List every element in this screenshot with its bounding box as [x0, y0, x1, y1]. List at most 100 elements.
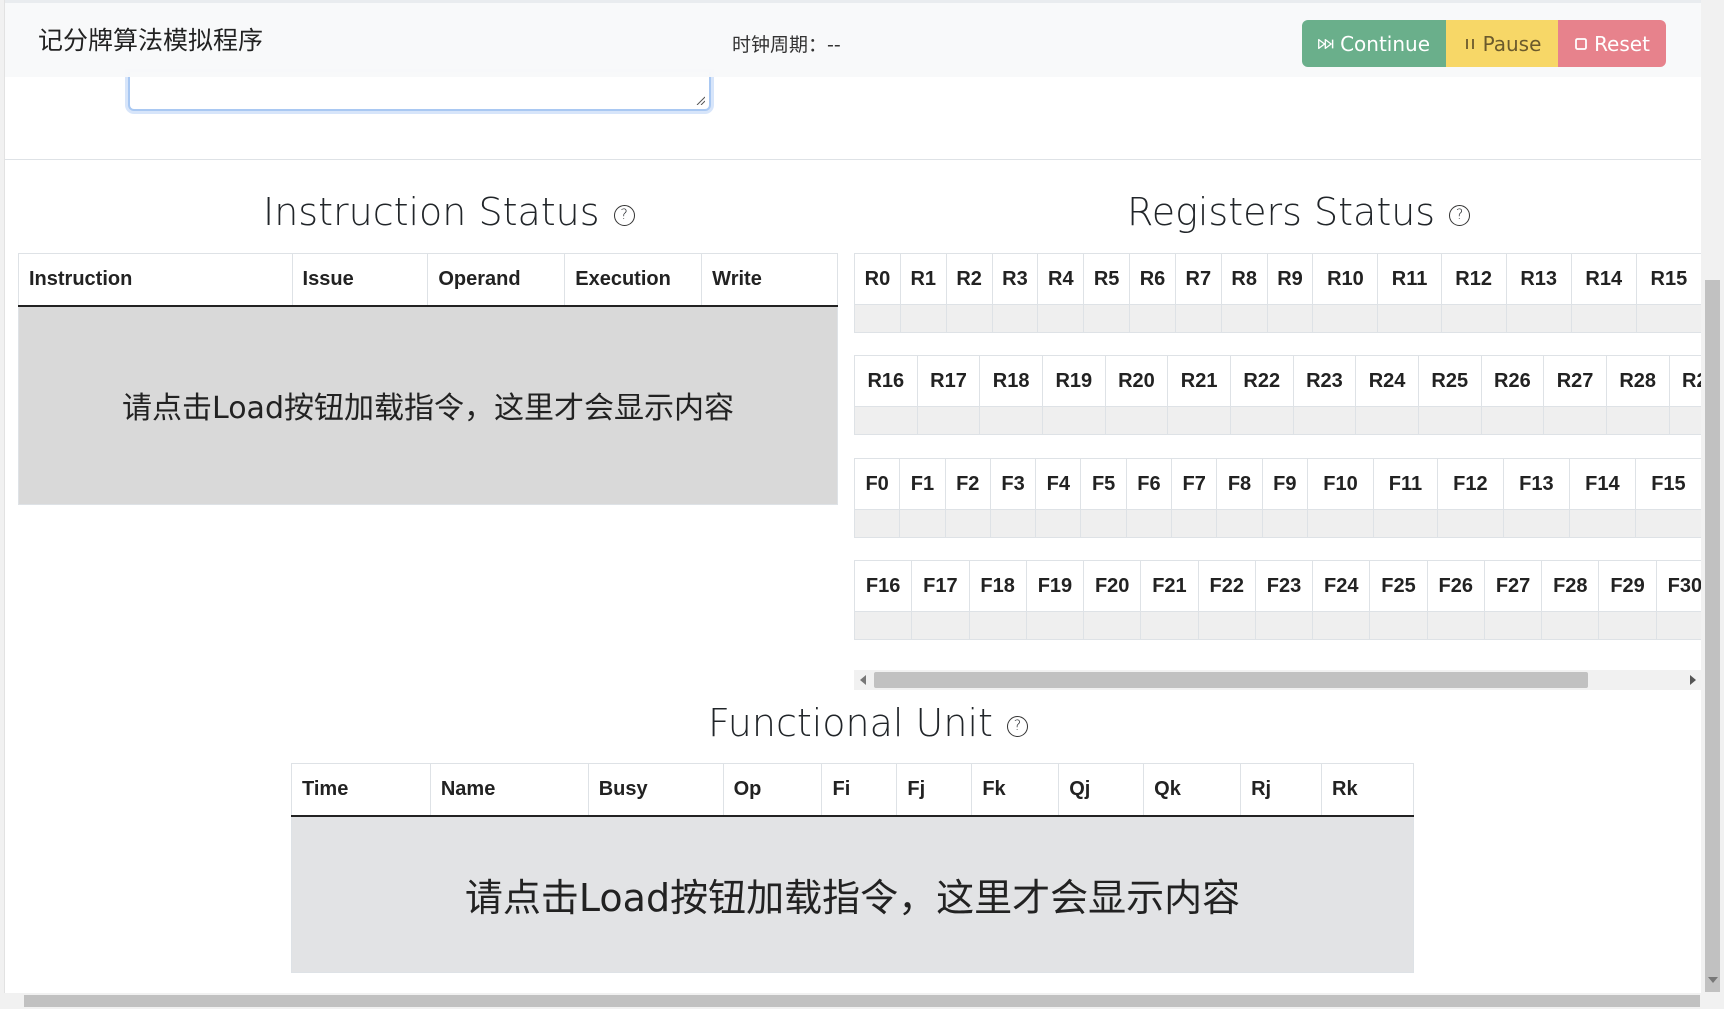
scrollbar-thumb[interactable]	[1705, 280, 1720, 992]
register-table-f16-f30: F16 F17 F18 F19 F20 F21 F22 F23 F24 F25 …	[854, 560, 1702, 640]
register-header: R15	[1635, 253, 1702, 305]
register-header: R2	[945, 253, 993, 305]
column-header: Rk	[1321, 763, 1414, 817]
left-edge	[0, 0, 5, 993]
instruction-status-heading: Instruction Status ?	[263, 190, 635, 234]
scrollbar-thumb[interactable]	[874, 672, 1588, 688]
registers-scroll-area[interactable]: R0 R1 R2 R3 R4 R5 R6 R7 R8 R9 R10 R11 R1…	[854, 253, 1702, 690]
registers-horizontal-scrollbar[interactable]	[854, 670, 1702, 690]
functional-unit-title: Functional Unit	[708, 701, 993, 745]
register-header: R9	[1266, 253, 1314, 305]
register-header: R27	[1543, 355, 1607, 407]
register-header: F4	[1035, 458, 1082, 510]
instruction-status-title: Instruction Status	[263, 190, 600, 234]
scroll-left-arrow-icon[interactable]	[860, 675, 866, 685]
register-value-row	[854, 304, 1702, 333]
help-icon[interactable]: ?	[1006, 715, 1028, 737]
register-header: F15	[1634, 458, 1702, 510]
register-header: F11	[1372, 458, 1438, 510]
register-header: R19	[1041, 355, 1106, 407]
page-horizontal-scrollbar[interactable]	[0, 993, 1724, 1009]
column-header: Time	[291, 763, 431, 817]
top-header: 记分牌算法模拟程序 时钟周期：-- Continue Pause Reset	[5, 0, 1701, 77]
scroll-down-arrow-icon[interactable]	[1708, 977, 1718, 983]
reset-button[interactable]: Reset	[1558, 20, 1666, 67]
register-header: R5	[1083, 253, 1131, 305]
column-header: Fj	[896, 763, 973, 817]
column-header: Issue	[291, 253, 429, 307]
registers-status-title: Registers Status	[1127, 190, 1436, 234]
register-header: R8	[1220, 253, 1268, 305]
functional-unit-heading: Functional Unit ?	[708, 701, 1028, 745]
register-header: R18	[979, 355, 1043, 407]
continue-button[interactable]: Continue	[1302, 20, 1446, 67]
register-header: F3	[989, 458, 1037, 510]
register-header: F22	[1197, 560, 1256, 612]
register-header: F12	[1436, 458, 1504, 510]
app-window: 记分牌算法模拟程序 时钟周期：-- Continue Pause Reset I…	[0, 0, 1724, 1009]
register-header: R1	[899, 253, 947, 305]
register-header: F1	[899, 458, 946, 510]
register-header: F17	[911, 560, 970, 612]
program-textarea[interactable]	[128, 72, 711, 111]
register-header: R16	[854, 355, 918, 407]
resize-grip-icon[interactable]	[695, 95, 705, 105]
register-header: F2	[944, 458, 991, 510]
register-header: R20	[1104, 355, 1169, 407]
pause-label: Pause	[1482, 31, 1542, 56]
column-header: Busy	[587, 763, 724, 817]
column-header: Op	[722, 763, 823, 817]
register-header: R23	[1292, 355, 1357, 407]
register-header: F16	[854, 560, 913, 612]
register-table-r0-r15: R0 R1 R2 R3 R4 R5 R6 R7 R8 R9 R10 R11 R1…	[854, 253, 1702, 333]
register-table-f0-f15: F0 F1 F2 F3 F4 F5 F6 F7 F8 F9 F10 F11 F1…	[854, 458, 1702, 538]
help-icon[interactable]: ?	[613, 204, 635, 226]
column-header: Qj	[1058, 763, 1145, 817]
register-header: R3	[991, 253, 1039, 305]
continue-label: Continue	[1340, 31, 1430, 56]
register-header: F8	[1216, 458, 1263, 510]
register-header: R7	[1174, 253, 1222, 305]
fast-forward-icon	[1318, 38, 1334, 49]
register-header: F24	[1312, 560, 1371, 612]
register-header: R14	[1570, 253, 1637, 305]
register-header: F19	[1025, 560, 1085, 612]
help-icon[interactable]: ?	[1449, 204, 1471, 226]
column-header: Operand	[427, 253, 566, 307]
register-header: F14	[1568, 458, 1636, 510]
register-header: F6	[1125, 458, 1173, 510]
column-header: Rj	[1240, 763, 1322, 817]
register-header: R22	[1229, 355, 1294, 407]
register-header: R11	[1377, 253, 1442, 305]
register-header: F9	[1261, 458, 1308, 510]
register-header: F28	[1541, 560, 1600, 612]
page-vertical-scrollbar[interactable]	[1701, 0, 1724, 993]
scrollbar-thumb[interactable]	[24, 995, 1700, 1007]
column-header: Instruction	[18, 253, 293, 307]
column-header: Fk	[971, 763, 1060, 817]
reset-label: Reset	[1594, 31, 1650, 56]
register-header: F7	[1171, 458, 1218, 510]
column-header: Write	[701, 253, 838, 307]
register-header: F18	[968, 560, 1027, 612]
register-header: R6	[1129, 253, 1176, 305]
register-header: F25	[1369, 560, 1428, 612]
register-header: F29	[1598, 560, 1657, 612]
pause-button[interactable]: Pause	[1446, 20, 1558, 67]
register-header: F27	[1483, 560, 1543, 612]
column-header: Execution	[564, 253, 703, 307]
register-header: R0	[854, 253, 901, 305]
register-header: F20	[1083, 560, 1142, 612]
register-header: F23	[1254, 560, 1314, 612]
register-value-row	[854, 611, 1702, 640]
register-header: F0	[854, 458, 901, 510]
register-header: R25	[1417, 355, 1482, 407]
register-header: R17	[916, 355, 981, 407]
register-table-r16-r29: R16 R17 R18 R19 R20 R21 R22 R23 R24 R25 …	[854, 355, 1702, 435]
column-header: Qk	[1143, 763, 1242, 817]
register-header: F30	[1655, 560, 1702, 612]
scroll-right-arrow-icon[interactable]	[1690, 675, 1696, 685]
empty-placeholder: 请点击Load按钮加载指令，这里才会显示内容	[18, 305, 838, 505]
functional-unit-table: Time Name Busy Op Fi Fj Fk Qj Qk Rj Rk 请…	[291, 763, 1414, 973]
register-value-row	[854, 509, 1702, 538]
